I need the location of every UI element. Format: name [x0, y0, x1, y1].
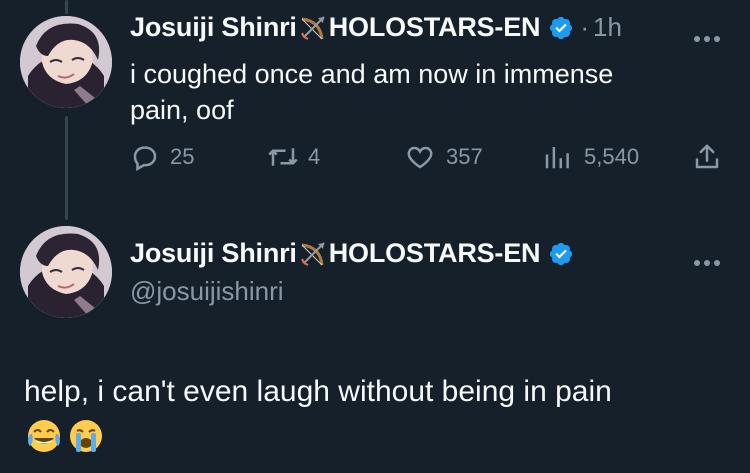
- more-options-icon[interactable]: [693, 254, 721, 266]
- reply-tweet-text: i coughed once and am now in immense pai…: [130, 56, 613, 128]
- display-name[interactable]: Josuiji Shinri: [130, 238, 297, 269]
- more-options-icon[interactable]: [693, 30, 721, 42]
- repost-count: 4: [308, 144, 321, 169]
- loudly-crying-face-emoji: [68, 418, 104, 454]
- like-button[interactable]: 357: [404, 142, 483, 172]
- timestamp[interactable]: 1h: [593, 12, 622, 43]
- reply-button[interactable]: 25: [130, 142, 194, 172]
- tweet-text-line: pain, oof: [130, 95, 234, 125]
- org-name[interactable]: HOLOSTARS-EN: [329, 238, 541, 269]
- like-count: 357: [446, 144, 483, 169]
- display-name[interactable]: Josuiji Shinri: [130, 12, 297, 43]
- main-tweet-header: Josuiji Shinri HOLOSTARS-EN: [130, 238, 574, 269]
- reply-count: 25: [170, 144, 195, 169]
- bow-and-arrow-icon: [298, 13, 328, 43]
- tweet-text-line: i coughed once and am now in immense: [130, 59, 614, 89]
- emoji-row: [26, 418, 104, 454]
- views-button[interactable]: 5,540: [542, 142, 639, 172]
- verified-badge-icon[interactable]: [548, 241, 574, 267]
- repost-icon: [268, 148, 298, 166]
- avatar[interactable]: [20, 226, 112, 318]
- share-upload-icon: [695, 144, 719, 169]
- face-with-tears-of-joy-emoji: [26, 418, 62, 454]
- separator-dot: ·: [580, 12, 590, 42]
- repost-button[interactable]: 4: [266, 142, 320, 172]
- share-button[interactable]: [692, 142, 722, 172]
- view-count: 5,540: [584, 144, 640, 169]
- avatar[interactable]: [20, 16, 112, 108]
- heart-icon: [407, 146, 433, 169]
- thread-connector-line: [65, 116, 68, 220]
- reply-tweet-header: Josuiji Shinri HOLOSTARS-EN · 1h: [130, 12, 622, 43]
- bow-and-arrow-icon: [298, 239, 328, 269]
- views-bar-chart-icon: [545, 147, 569, 169]
- verified-badge-icon[interactable]: [548, 15, 574, 41]
- user-handle[interactable]: @josuijishinri: [130, 276, 284, 307]
- main-tweet-text: help, i can't even laugh without being i…: [24, 375, 612, 408]
- reply-bubble-icon: [133, 146, 157, 172]
- thread-line: [65, 0, 68, 14]
- org-name[interactable]: HOLOSTARS-EN: [329, 12, 541, 43]
